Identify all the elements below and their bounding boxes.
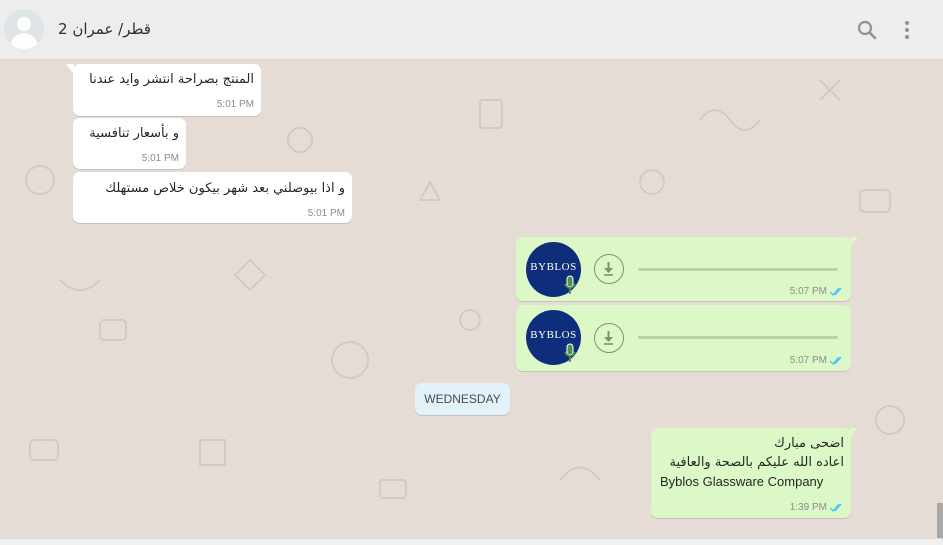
outgoing-message[interactable]: اضحى مبارك اعاده الله عليكم بالصحة والعا… <box>651 428 858 518</box>
contact-name[interactable]: قطر/ عمران 2 <box>58 20 151 38</box>
outgoing-voice-message[interactable]: BYBLOS 5:07 PM <box>516 305 851 371</box>
message-line: اضحى مبارك <box>774 436 844 451</box>
message-list[interactable]: المنتج بصراحة انتشر وايد عندنا 5:01 PM و… <box>0 60 943 538</box>
message-time: 5:01 PM <box>141 153 179 164</box>
message-time: 1:39 PM <box>789 502 827 513</box>
message-line: Byblos Glassware Company <box>660 474 824 489</box>
message-time: 5:07 PM <box>789 355 827 366</box>
message-text: المنتج بصراحة انتشر وايد عندنا <box>89 72 254 87</box>
message-text: و اذا بيوصلني بعد شهر بيكون خلاص مستهلك <box>105 181 345 196</box>
download-icon <box>604 331 613 345</box>
menu-icon[interactable] <box>895 18 919 42</box>
outgoing-voice-message[interactable]: BYBLOS 5:07 PM <box>516 237 858 301</box>
search-icon[interactable] <box>855 18 879 42</box>
scrollbar[interactable] <box>937 503 943 538</box>
download-icon <box>604 262 613 276</box>
voice-progress-track[interactable] <box>638 336 838 339</box>
mic-icon <box>564 343 576 362</box>
contact-avatar[interactable] <box>4 9 44 49</box>
message-time: 5:07 PM <box>789 286 827 297</box>
message-line: اعاده الله عليكم بالصحة والعافية <box>669 455 844 470</box>
incoming-message[interactable]: و بأسعار تنافسية 5:01 PM <box>73 118 186 169</box>
message-time: 5:01 PM <box>216 99 254 110</box>
double-check-icon <box>829 356 842 366</box>
download-button[interactable] <box>594 254 624 284</box>
message-time: 5:01 PM <box>307 208 345 219</box>
incoming-message[interactable]: و اذا بيوصلني بعد شهر بيكون خلاص مستهلك … <box>73 172 352 223</box>
footer-bar <box>0 538 943 545</box>
double-check-icon <box>829 287 842 297</box>
day-divider: WEDNESDAY <box>415 383 510 415</box>
message-text: و بأسعار تنافسية <box>89 126 179 141</box>
mic-icon <box>564 275 576 294</box>
incoming-message[interactable]: المنتج بصراحة انتشر وايد عندنا 5:01 PM <box>66 64 261 116</box>
chat-header: قطر/ عمران 2 <box>0 0 943 60</box>
double-check-icon <box>829 503 842 513</box>
default-avatar-icon <box>17 17 31 31</box>
download-button[interactable] <box>594 323 624 353</box>
voice-progress-track[interactable] <box>638 268 838 271</box>
